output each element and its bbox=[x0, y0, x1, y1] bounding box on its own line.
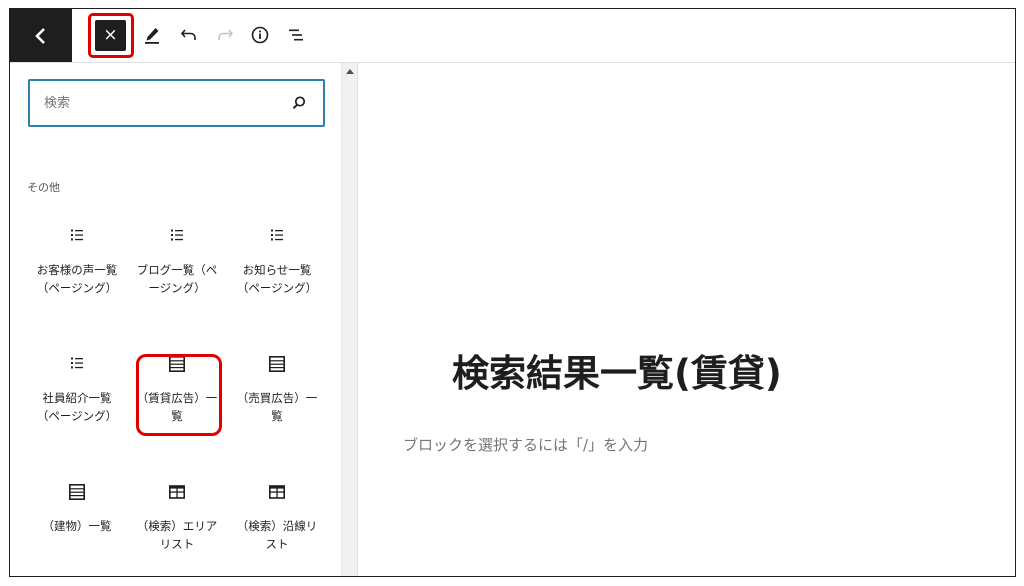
block-item[interactable]: （検索）エリアリスト bbox=[127, 483, 227, 553]
block-item[interactable]: （売買広告）一覧 bbox=[227, 355, 327, 425]
block-item[interactable]: （建物）一覧 bbox=[27, 483, 127, 535]
block-item-label: （建物）一覧 bbox=[42, 519, 112, 533]
block-search-input[interactable] bbox=[44, 92, 264, 114]
info-icon bbox=[251, 26, 269, 44]
back-button[interactable] bbox=[10, 9, 72, 62]
block-item-label: ブログ一覧（ページング） bbox=[136, 263, 218, 295]
list-view-icon bbox=[289, 29, 303, 41]
close-button-highlight bbox=[88, 13, 134, 58]
block-item[interactable]: お知らせ一覧（ページング） bbox=[227, 227, 327, 297]
block-inserter-panel: その他 お客様の声一覧（ページング） ブログ一覧（ページング） お知らせ一覧（ペ… bbox=[10, 63, 341, 576]
undo-icon bbox=[180, 29, 196, 40]
list-icon bbox=[171, 229, 183, 241]
table-icon bbox=[268, 485, 285, 499]
block-item-label: 社員紹介一覧（ページング） bbox=[36, 391, 118, 423]
block-search-box bbox=[28, 79, 325, 127]
editor-window: × その他 お客様の声一覧（ページング） bbox=[9, 8, 1016, 577]
block-appender-placeholder[interactable]: ブロックを選択するには「/」を入力 bbox=[403, 434, 648, 455]
list-icon bbox=[71, 357, 83, 369]
list-icon bbox=[71, 229, 83, 241]
block-item[interactable]: 社員紹介一覧（ページング） bbox=[27, 355, 127, 425]
editor-canvas: 検索結果一覧(賃貸) ブロックを選択するには「/」を入力 bbox=[359, 63, 1015, 576]
block-item-label: お客様の声一覧（ページング） bbox=[36, 263, 118, 295]
category-heading: その他 bbox=[27, 181, 60, 194]
block-item-label: お知らせ一覧（ページング） bbox=[236, 263, 318, 295]
block-item[interactable]: （検索）沿線リスト bbox=[227, 483, 327, 553]
page-title[interactable]: 検索結果一覧(賃貸) bbox=[452, 343, 782, 397]
inserter-scrollbar[interactable] bbox=[341, 63, 358, 576]
rental-block-highlight bbox=[136, 354, 222, 436]
pencil-icon bbox=[145, 28, 159, 44]
redo-icon bbox=[218, 29, 234, 40]
undo-button[interactable] bbox=[173, 19, 205, 51]
block-item-label: （検索）沿線リスト bbox=[236, 519, 318, 551]
details-button[interactable] bbox=[244, 19, 276, 51]
tools-button[interactable] bbox=[136, 19, 168, 51]
table-list-icon bbox=[268, 355, 285, 372]
scroll-up-arrow-icon[interactable] bbox=[346, 69, 354, 74]
block-item[interactable]: ブログ一覧（ページング） bbox=[127, 227, 227, 297]
redo-button[interactable] bbox=[209, 19, 241, 51]
chevron-left-icon bbox=[35, 27, 45, 44]
block-item-label: （売買広告）一覧 bbox=[236, 391, 318, 423]
table-list-icon bbox=[68, 483, 85, 500]
list-view-button[interactable] bbox=[280, 19, 312, 51]
list-icon bbox=[271, 229, 283, 241]
table-icon bbox=[168, 485, 185, 499]
block-item[interactable]: お客様の声一覧（ページング） bbox=[27, 227, 127, 297]
block-item-label: （検索）エリアリスト bbox=[136, 519, 218, 551]
search-icon bbox=[292, 96, 306, 109]
top-toolbar: × bbox=[10, 9, 1015, 63]
